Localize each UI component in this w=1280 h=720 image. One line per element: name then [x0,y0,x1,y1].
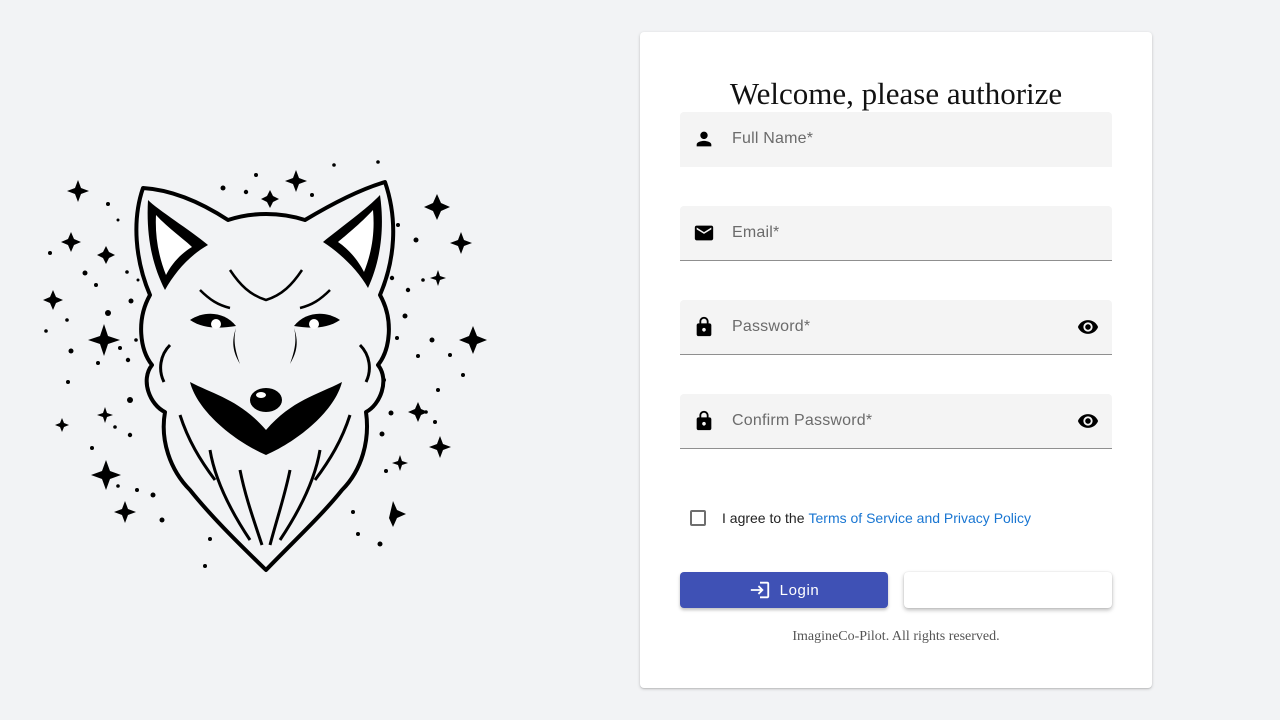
lock-icon [696,316,712,337]
auth-card: Welcome, please authorize I agree to the… [640,32,1152,688]
login-button[interactable]: Login [680,572,888,608]
sparkle-icon [61,232,81,252]
full-name-input[interactable] [732,112,1062,166]
password-field[interactable] [680,300,1112,355]
footer-copyright: ImagineCo-Pilot. All rights reserved. [792,629,1000,644]
person-icon [696,131,712,147]
sparkle-icon [429,436,451,458]
email-field[interactable] [680,206,1112,261]
full-name-field[interactable] [680,112,1112,167]
sparkle-icon [114,501,136,523]
sparkle-icon [97,246,115,264]
login-button-label: Login [779,581,820,599]
mail-icon [694,225,714,241]
confirm-password-field[interactable] [680,394,1112,449]
sparkle-icon [450,232,472,254]
fox-head-illustration [43,160,487,572]
sparkle-icon [424,194,450,220]
confirm-password-input[interactable] [732,394,1062,448]
sparkle-icon [459,326,487,354]
sparkle-icon [392,455,408,471]
lock-icon [696,410,712,431]
sparkle-icon [380,501,406,527]
sparkle-icon [261,190,279,208]
sparkle-icon [55,418,69,432]
sparkle-icon [43,290,63,310]
sparkle-icon [88,324,120,356]
terms-checkbox[interactable] [690,510,706,526]
eye-icon[interactable] [1076,410,1100,432]
sparkle-icon [97,407,113,423]
secondary-button[interactable] [904,572,1112,608]
eye-icon[interactable] [1076,316,1100,338]
terms-link[interactable]: Terms of Service and Privacy Policy [809,510,1032,526]
terms-text: I agree to the [722,510,805,526]
sparkle-icon [285,170,307,192]
page-title: Welcome, please authorize [729,76,1063,111]
sparkle-icon [430,270,446,286]
password-input[interactable] [732,300,1062,354]
terms-agreement: I agree to the Terms of Service and Priv… [690,508,1031,528]
sparkle-icon [67,180,89,202]
login-icon [750,581,769,599]
email-input[interactable] [732,206,1062,260]
